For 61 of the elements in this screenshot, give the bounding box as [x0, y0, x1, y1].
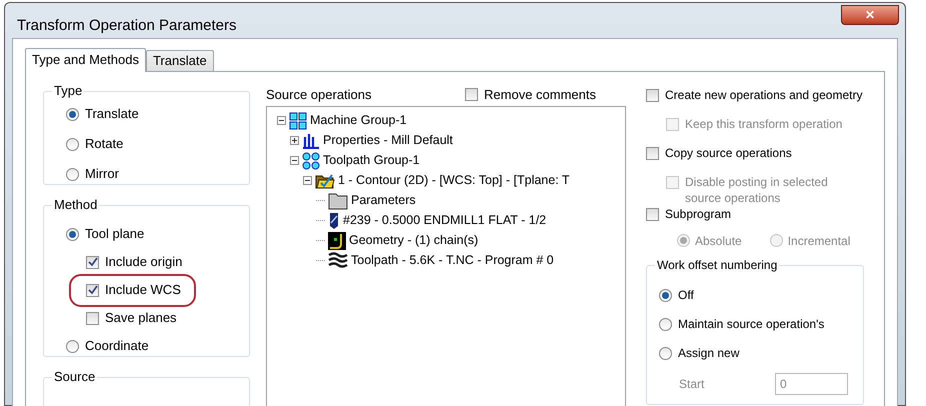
- tab[interactable]: Type and Methods: [25, 48, 146, 72]
- option-label: Save planes: [105, 309, 177, 328]
- window-title: Transform Operation Parameters: [17, 16, 237, 36]
- radio-button[interactable]: [66, 340, 79, 352]
- circles-icon: [302, 152, 320, 170]
- radio-button[interactable]: [66, 108, 79, 120]
- group-title: Source: [52, 368, 98, 384]
- geometry-icon: [328, 232, 346, 250]
- option-label: Translate: [85, 105, 139, 124]
- checkbox[interactable]: [86, 312, 99, 324]
- option-label: Incremental: [788, 232, 850, 250]
- radio-button[interactable]: [66, 168, 79, 180]
- option-label: Rotate: [85, 135, 124, 154]
- minus-icon[interactable]: [277, 116, 286, 125]
- end-mill-icon: [328, 212, 340, 230]
- option-label: Remove comments: [484, 86, 596, 104]
- tree-item[interactable]: Toolpath - 5.6K - T.NC - Program # 0: [351, 251, 554, 270]
- option-label: Off: [678, 287, 694, 304]
- radio-button[interactable]: [659, 318, 672, 330]
- option-label: Include origin: [105, 253, 182, 272]
- field-label: Start: [679, 376, 706, 392]
- section-label: Source operations: [266, 86, 372, 104]
- checkbox[interactable]: [646, 88, 659, 102]
- option-label: Maintain source operation's: [678, 316, 824, 333]
- bars-icon: [302, 132, 320, 148]
- minus-icon[interactable]: [303, 176, 312, 185]
- option-label: Mirror: [85, 165, 119, 184]
- option-label: Subprogram: [665, 206, 732, 222]
- minus-icon[interactable]: [290, 156, 299, 165]
- checkbox[interactable]: [465, 88, 478, 101]
- radio-button[interactable]: [66, 228, 79, 240]
- option-label: Create new operations and geometry: [665, 86, 862, 102]
- checkbox[interactable]: [86, 284, 99, 296]
- option-label: Disable posting in selected source operations: [685, 174, 829, 206]
- grid-icon: [289, 112, 307, 130]
- tree-item[interactable]: Parameters: [351, 191, 416, 210]
- radio-button[interactable]: [66, 138, 79, 150]
- radio-button[interactable]: [659, 288, 672, 302]
- group-title: Method: [52, 196, 100, 212]
- tree-item[interactable]: Properties - Mill Default: [323, 131, 453, 150]
- checkbox[interactable]: [646, 208, 659, 220]
- tree-item[interactable]: #239 - 0.5000 ENDMILL1 FLAT - 1/2: [343, 211, 546, 230]
- tab[interactable]: Translate: [146, 50, 214, 70]
- option-label: Include WCS: [105, 281, 181, 300]
- checkbox[interactable]: [646, 146, 659, 160]
- option-label: Assign new: [678, 345, 740, 362]
- option-label: Tool plane: [85, 225, 144, 244]
- tree-item[interactable]: Machine Group-1: [310, 111, 407, 130]
- plus-icon[interactable]: [290, 136, 299, 145]
- wave-lines-icon: [328, 252, 348, 270]
- checkbox[interactable]: [86, 256, 99, 268]
- tree-item[interactable]: Toolpath Group-1: [323, 151, 420, 170]
- option-label: Keep this transform operation: [685, 116, 842, 132]
- option-label: Copy source operations: [665, 144, 792, 160]
- folder-check-icon: [315, 172, 335, 188]
- folder-icon: [328, 192, 348, 210]
- radio-button[interactable]: [659, 346, 672, 360]
- option-label: Coordinate: [85, 337, 149, 356]
- option-label: Absolute: [695, 232, 742, 250]
- tree-item[interactable]: 1 - Contour (2D) - [WCS: Top] - [Tplane: T: [338, 171, 570, 190]
- tree-item[interactable]: Geometry - (1) chain(s): [349, 231, 478, 250]
